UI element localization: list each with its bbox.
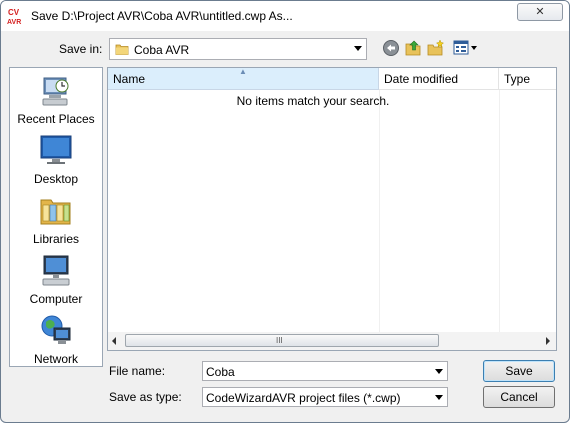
place-desktop[interactable]: Desktop [10, 134, 104, 190]
close-icon: ✕ [535, 5, 545, 18]
column-divider [499, 90, 500, 332]
column-header-type[interactable]: Type [499, 68, 556, 90]
file-name-input[interactable]: Coba [202, 361, 448, 381]
place-recent-places[interactable]: Recent Places [10, 74, 104, 130]
window-title: Save D:\Project AVR\Coba AVR\untitled.cw… [31, 9, 293, 23]
close-button[interactable]: ✕ [517, 3, 563, 21]
chevron-down-icon [435, 395, 443, 400]
save-in-dropdown[interactable]: Coba AVR [109, 38, 367, 60]
svg-text:CV: CV [8, 8, 20, 17]
horizontal-scrollbar[interactable]: III [108, 332, 556, 350]
file-list[interactable]: ▲ Name Date modified Type No items match… [107, 67, 557, 351]
recent-places-icon [42, 77, 69, 106]
column-header-date-modified[interactable]: Date modified [379, 68, 499, 90]
sort-ascending-icon: ▲ [239, 67, 247, 76]
save-as-type-label: Save as type: [109, 390, 182, 404]
svg-text:AVR: AVR [7, 19, 21, 25]
save-as-dialog: CV AVR Save D:\Project AVR\Coba AVR\unti… [0, 0, 570, 423]
up-folder-icon[interactable] [404, 39, 422, 57]
column-header-label: Date modified [384, 72, 459, 86]
save-in-value: Coba AVR [134, 43, 190, 57]
codewizard-app-icon: CV AVR [7, 8, 21, 25]
column-header-name[interactable]: ▲ Name [108, 68, 379, 90]
place-label: Libraries [32, 232, 80, 246]
libraries-icon [40, 199, 71, 225]
chevron-down-icon [354, 46, 362, 51]
new-folder-icon[interactable] [427, 39, 445, 57]
column-header-label: Type [504, 72, 531, 86]
save-as-type-dropdown[interactable]: CodeWizardAVR project files (*.cwp) [202, 387, 448, 407]
empty-message: No items match your search. [236, 94, 390, 108]
scroll-right-icon[interactable] [546, 337, 550, 345]
computer-icon [42, 255, 70, 286]
back-arrow-icon[interactable] [382, 39, 400, 57]
places-bar: Recent Places Desktop Libraries Computer… [9, 67, 103, 367]
chevron-down-icon[interactable] [435, 369, 443, 374]
cancel-button[interactable]: Cancel [483, 386, 555, 408]
network-icon [41, 315, 71, 344]
place-label: Computer [29, 292, 83, 306]
save-button[interactable]: Save [483, 360, 555, 382]
place-network[interactable]: Network [10, 314, 104, 370]
place-label: Desktop [33, 172, 79, 186]
save-in-label: Save in: [59, 42, 103, 56]
place-label: Recent Places [17, 112, 95, 126]
place-label: Network [33, 352, 78, 366]
place-computer[interactable]: Computer [10, 254, 104, 310]
file-name-value: Coba [206, 365, 235, 379]
scroll-left-icon[interactable] [112, 337, 116, 345]
column-header-label: Name [113, 72, 146, 86]
column-divider [379, 90, 380, 332]
title-bar: CV AVR Save D:\Project AVR\Coba AVR\unti… [1, 1, 569, 31]
file-name-label: File name: [109, 364, 166, 378]
scroll-grip: III [276, 336, 283, 345]
views-menu-icon[interactable] [453, 39, 479, 57]
folder-icon [115, 44, 129, 55]
scroll-thumb[interactable]: III [125, 334, 439, 347]
desktop-icon [40, 135, 72, 164]
place-libraries[interactable]: Libraries [10, 194, 104, 250]
save-as-type-value: CodeWizardAVR project files (*.cwp) [206, 391, 401, 405]
